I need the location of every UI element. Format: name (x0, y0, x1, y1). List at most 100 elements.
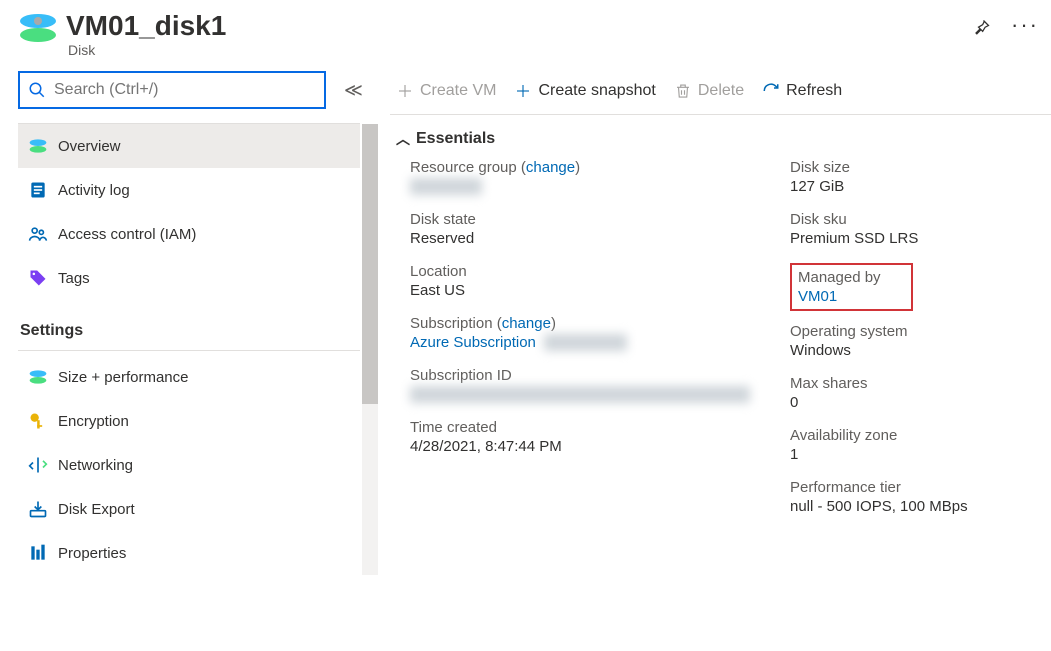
field-max-shares: Max shares 0 (790, 375, 1051, 411)
nav-item-tags[interactable]: Tags (18, 256, 360, 300)
field-label: Performance tier (790, 479, 1051, 496)
nav-label: Size + performance (58, 369, 188, 386)
field-label: Resource group (410, 159, 517, 176)
page-header: VM01_disk1 Disk ··· (0, 0, 1051, 63)
nav-item-encryption[interactable]: Encryption (18, 399, 360, 443)
subscription-link[interactable]: Azure Subscription (410, 334, 536, 351)
main-content: Create VM Create snapshot Delete Refresh… (370, 63, 1051, 575)
nav-item-size-performance[interactable]: Size + performance (18, 355, 360, 399)
redacted-value: redactedsub (544, 334, 627, 351)
key-icon (28, 411, 48, 431)
log-icon (28, 180, 48, 200)
nav-label: Activity log (58, 182, 130, 199)
managed-by-link[interactable]: VM01 (798, 288, 881, 305)
nav-item-networking[interactable]: Networking (18, 443, 360, 487)
pin-icon[interactable] (971, 18, 991, 42)
essentials-title: Essentials (416, 130, 495, 148)
button-label: Create snapshot (538, 82, 655, 100)
properties-icon (28, 543, 48, 563)
plus-icon (514, 82, 532, 100)
essentials-toggle[interactable]: ︿ Essentials (396, 129, 1051, 149)
field-subscription: Subscription (change) Azure Subscription… (410, 315, 750, 351)
field-label: Managed by (798, 269, 881, 286)
nav-label: Properties (58, 545, 126, 562)
tag-icon (28, 268, 48, 288)
field-resource-group: Resource group (change) redactedrg (410, 159, 750, 195)
search-input[interactable] (54, 81, 316, 99)
field-label: Subscription ID (410, 367, 750, 384)
button-label: Refresh (786, 82, 842, 100)
managed-by-highlight: Managed by VM01 (790, 263, 913, 311)
toolbar: Create VM Create snapshot Delete Refresh (390, 67, 1051, 115)
field-subscription-id: Subscription ID 00000000-0000-0000-0000-… (410, 367, 750, 403)
nav-label: Disk Export (58, 501, 135, 518)
field-label: Time created (410, 419, 750, 436)
button-label: Delete (698, 82, 744, 100)
field-operating-system: Operating system Windows (790, 323, 1051, 359)
plus-icon (396, 82, 414, 100)
field-managed-by: Managed by VM01 (798, 269, 881, 305)
field-value: East US (410, 282, 750, 299)
delete-button[interactable]: Delete (674, 82, 744, 100)
disk-icon (28, 367, 48, 387)
nav-item-activity-log[interactable]: Activity log (18, 168, 360, 212)
nav-section-settings: Settings (18, 306, 360, 351)
resource-type-label: Disk (68, 42, 226, 58)
redacted-value: 00000000-0000-0000-0000-000000000000 (410, 386, 750, 403)
disk-icon (28, 136, 48, 156)
nav-item-access-control[interactable]: Access control (IAM) (18, 212, 360, 256)
refresh-icon (762, 82, 780, 100)
nav-label: Overview (58, 138, 121, 155)
field-value: 0 (790, 394, 1051, 411)
field-value: Windows (790, 342, 1051, 359)
scrollbar-thumb[interactable] (362, 124, 378, 404)
nav-item-disk-export[interactable]: Disk Export (18, 487, 360, 531)
people-icon (28, 224, 48, 244)
refresh-button[interactable]: Refresh (762, 82, 842, 100)
field-label: Subscription (410, 315, 493, 332)
nav-item-properties[interactable]: Properties (18, 531, 360, 575)
field-label: Disk size (790, 159, 1051, 176)
change-resource-group-link[interactable]: change (526, 159, 575, 176)
nav-item-overview[interactable]: Overview (18, 124, 360, 168)
field-disk-state: Disk state Reserved (410, 211, 750, 247)
field-label: Disk sku (790, 211, 1051, 228)
field-value: null - 500 IOPS, 100 MBps (790, 498, 1051, 515)
page-title: VM01_disk1 (66, 10, 226, 42)
export-icon (28, 499, 48, 519)
button-label: Create VM (420, 82, 496, 100)
nav-label: Networking (58, 457, 133, 474)
field-label: Disk state (410, 211, 750, 228)
redacted-value: redactedrg (410, 178, 482, 195)
nav-list: Overview Activity log Access control (IA… (18, 123, 360, 575)
disk-resource-icon (20, 14, 56, 50)
change-subscription-link[interactable]: change (502, 315, 551, 332)
more-actions-icon[interactable]: ··· (1011, 20, 1031, 40)
field-value: 4/28/2021, 8:47:44 PM (410, 438, 750, 455)
field-label: Location (410, 263, 750, 280)
field-location: Location East US (410, 263, 750, 299)
nav-label: Encryption (58, 413, 129, 430)
scrollbar-track[interactable] (362, 124, 378, 575)
field-performance-tier: Performance tier null - 500 IOPS, 100 MB… (790, 479, 1051, 515)
field-value: 1 (790, 446, 1051, 463)
field-label: Max shares (790, 375, 1051, 392)
nav-label: Tags (58, 270, 90, 287)
essentials-panel: Resource group (change) redactedrg Disk … (390, 159, 1051, 531)
network-icon (28, 455, 48, 475)
field-label: Operating system (790, 323, 1051, 340)
field-value: Reserved (410, 230, 750, 247)
create-snapshot-button[interactable]: Create snapshot (514, 82, 655, 100)
search-input-container[interactable] (18, 71, 326, 109)
collapse-sidebar-icon[interactable]: ≪ (344, 80, 363, 101)
field-disk-size: Disk size 127 GiB (790, 159, 1051, 195)
trash-icon (674, 82, 692, 100)
field-value: Premium SSD LRS (790, 230, 1051, 247)
search-icon (28, 81, 46, 99)
create-vm-button[interactable]: Create VM (396, 82, 496, 100)
chevron-up-icon: ︿ (396, 129, 410, 149)
nav-label: Access control (IAM) (58, 226, 196, 243)
field-value: 127 GiB (790, 178, 1051, 195)
sidebar: ≪ Overview Activity log (0, 63, 370, 575)
field-time-created: Time created 4/28/2021, 8:47:44 PM (410, 419, 750, 455)
